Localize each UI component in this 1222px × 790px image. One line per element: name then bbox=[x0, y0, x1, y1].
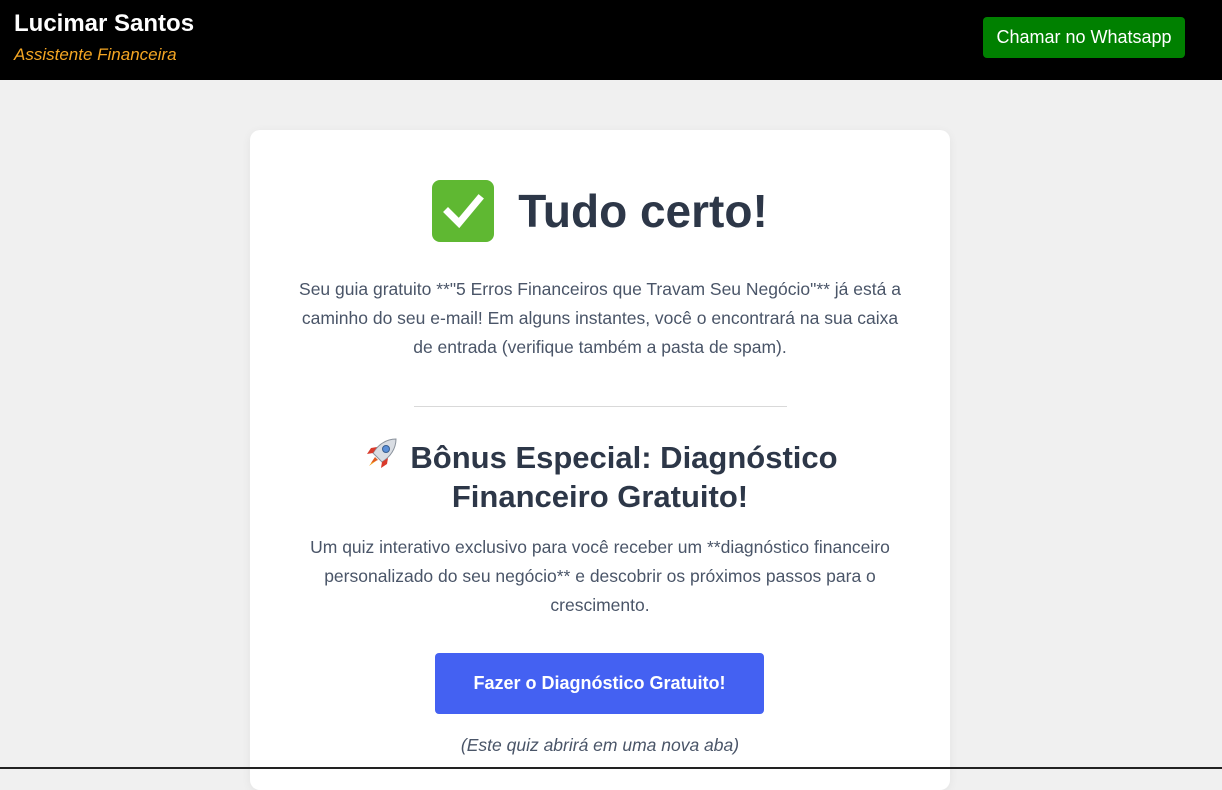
new-tab-note: (Este quiz abrirá em uma nova aba) bbox=[460, 735, 740, 755]
confirmation-message: Seu guia gratuito **"5 Erros Financeiros… bbox=[299, 279, 901, 357]
brand-role: Assistente Financeira bbox=[14, 45, 177, 64]
whatsapp-button[interactable]: Chamar no Whatsapp bbox=[983, 17, 1185, 58]
title-text: Tudo certo! bbox=[518, 185, 768, 237]
confirmation-card: Tudo certo! Seu guia gratuito **"5 Erros… bbox=[250, 130, 950, 790]
divider bbox=[414, 406, 787, 407]
bonus-title-text: Bônus Especial: Diagnóstico Financeiro G… bbox=[410, 440, 838, 514]
bonus-title: Bônus Especial: Diagnóstico Financeiro G… bbox=[310, 435, 890, 516]
rocket-icon bbox=[362, 435, 400, 473]
start-diagnostic-button[interactable]: Fazer o Diagnóstico Gratuito! bbox=[435, 653, 764, 714]
check-mark-icon bbox=[432, 180, 495, 242]
page-title: Tudo certo! bbox=[250, 180, 950, 250]
brand-name: Lucimar Santos bbox=[14, 10, 195, 37]
top-bar: Lucimar Santos Assistente Financeira Cha… bbox=[0, 0, 1222, 80]
bonus-description: Um quiz interativo exclusivo para você r… bbox=[310, 537, 890, 615]
